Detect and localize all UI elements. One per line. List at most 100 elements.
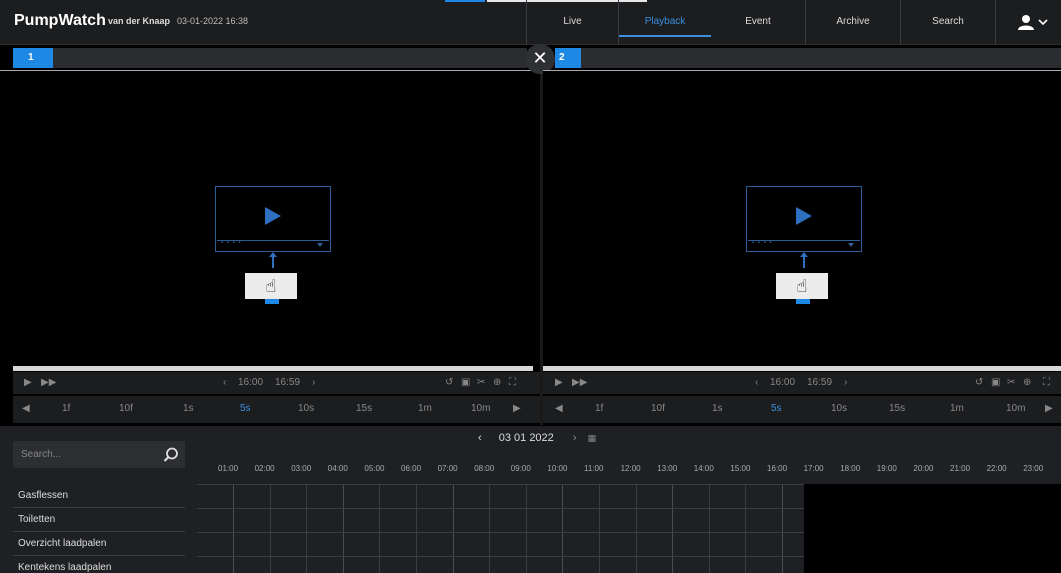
timeline-gridline	[599, 484, 600, 573]
prev-hour-icon[interactable]: ‹	[223, 377, 226, 388]
speed-option[interactable]: 10f	[119, 403, 133, 414]
camera-search-input[interactable]: Search...	[13, 441, 185, 468]
speed-option[interactable]: 1f	[62, 403, 70, 414]
prev-day-icon[interactable]: ‹	[478, 432, 482, 444]
rewind-icon[interactable]: ↺	[445, 377, 453, 388]
fast-forward-icon[interactable]: ▶▶	[41, 377, 56, 388]
pane-1-controls: ▶ ▶▶ ‹ 16:00 16:59 › ↺ ▣ ✂ ⊕ ⛶	[13, 372, 540, 394]
timeline-hour-label: 14:00	[693, 464, 714, 473]
scissors-icon[interactable]: ✂	[477, 377, 485, 388]
speed-option[interactable]: 1s	[183, 403, 194, 414]
next-hour-icon[interactable]: ›	[312, 377, 315, 388]
search-icon[interactable]	[163, 447, 179, 463]
pane-1-speed-bar: ◀ 1f 10f 1s 5s 10s 15s 1m 10m ▶	[13, 396, 540, 423]
pane-2-progress[interactable]	[543, 366, 1061, 371]
chevron-down-icon	[1038, 19, 1048, 26]
timeline-hour-label: 19:00	[876, 464, 897, 473]
zoom-icon[interactable]: ⊕	[1023, 377, 1031, 388]
pane-2-speed-bar: ◀ 1f 10f 1s 5s 10s 15s 1m 10m ▶	[543, 396, 1061, 423]
hand-pointer-icon: ☝	[245, 273, 297, 304]
calendar-icon[interactable]: ▦	[588, 433, 597, 443]
timeline-hour-label: 11:00	[584, 464, 604, 473]
nav-event[interactable]: Event	[711, 0, 805, 45]
camera-row[interactable]: Toiletten	[13, 508, 185, 532]
pane-2-controls: ▶ ▶▶ ‹ 16:00 16:59 › ↺ ▣ ✂ ⊕ ⛶	[543, 372, 1061, 394]
timeline-hour-label: 09:00	[510, 464, 531, 473]
timeline-hour-label: 20:00	[913, 464, 934, 473]
user-icon	[1018, 15, 1034, 30]
pane-2-number[interactable]: 2	[555, 48, 581, 68]
pane-1-header: 1	[13, 48, 527, 68]
pane-2-header: 2	[555, 48, 1061, 68]
prev-hour-icon[interactable]: ‹	[755, 377, 758, 388]
timeline-date: 03 01 2022	[498, 432, 554, 444]
pane-1-time-end: 16:59	[275, 377, 301, 388]
play-icon[interactable]: ▶	[24, 377, 32, 388]
play-icon[interactable]: ▶	[555, 377, 563, 388]
speed-option[interactable]: 1s	[712, 403, 723, 414]
speed-option[interactable]: 15s	[889, 403, 905, 414]
timeline-gridline	[782, 484, 783, 573]
user-menu[interactable]	[995, 0, 1061, 45]
timeline-hour-label: 07:00	[437, 464, 458, 473]
timeline-hour-label: 16:00	[767, 464, 788, 473]
camera-row[interactable]: Kentekens laadpalen	[13, 556, 185, 573]
timeline-hour-label: 22:00	[986, 464, 1007, 473]
fast-forward-icon[interactable]: ▶▶	[572, 377, 587, 388]
timeline-gridline	[672, 484, 674, 573]
camera-row[interactable]: Gasflessen	[13, 484, 185, 508]
snapshot-icon[interactable]: ▣	[991, 377, 1000, 388]
speed-option[interactable]: 10m	[1006, 403, 1025, 414]
timeline-hour-label: 01:00	[218, 464, 239, 473]
speed-option[interactable]: 1m	[418, 403, 432, 414]
speed-option[interactable]: 1f	[595, 403, 603, 414]
speed-option[interactable]: 10f	[651, 403, 665, 414]
pane-2-video[interactable]: ☝	[543, 70, 1061, 366]
scissors-icon[interactable]: ✂	[1007, 377, 1015, 388]
play-icon	[796, 207, 812, 225]
timeline-hour-label: 03:00	[291, 464, 312, 473]
slower-icon[interactable]: ◀	[555, 403, 563, 414]
play-icon	[265, 207, 281, 225]
timeline-gridline	[306, 484, 308, 573]
timeline-hour-label: 18:00	[840, 464, 861, 473]
next-hour-icon[interactable]: ›	[844, 377, 847, 388]
pane-1-number[interactable]: 1	[13, 48, 53, 68]
slower-icon[interactable]: ◀	[22, 403, 30, 414]
speed-option-selected[interactable]: 5s	[771, 403, 782, 414]
timeline-hour-label: 10:00	[547, 464, 568, 473]
faster-icon[interactable]: ▶	[513, 403, 521, 414]
timeline-gridline	[233, 484, 234, 573]
timeline-gridline	[452, 484, 454, 573]
nav-live[interactable]: Live	[526, 0, 618, 45]
timeline-gridline	[379, 484, 381, 573]
timeline-hour-label: 13:00	[657, 464, 678, 473]
speed-option[interactable]: 15s	[356, 403, 372, 414]
fullscreen-icon[interactable]: ⛶	[1043, 377, 1050, 388]
speed-option[interactable]: 10s	[831, 403, 847, 414]
faster-icon[interactable]: ▶	[1045, 403, 1053, 414]
timeline-hour-label: 12:00	[620, 464, 641, 473]
pane-1-video[interactable]: ☝	[0, 70, 539, 366]
fullscreen-icon[interactable]: ⛶	[509, 377, 516, 388]
speed-option[interactable]: 10m	[471, 403, 490, 414]
next-day-icon[interactable]: ›	[573, 432, 577, 444]
speed-option[interactable]: 1m	[950, 403, 964, 414]
top-bar: PumpWatch van der Knaap 03-01-2022 16:38…	[0, 0, 1061, 45]
zoom-icon[interactable]: ⊕	[493, 377, 501, 388]
speed-option-selected[interactable]: 5s	[240, 403, 251, 414]
timeline-hour-label: 04:00	[327, 464, 348, 473]
timeline-gridline	[562, 484, 564, 573]
nav-archive[interactable]: Archive	[805, 0, 900, 45]
nav-search[interactable]: Search	[900, 0, 995, 45]
rewind-icon[interactable]: ↺	[975, 377, 983, 388]
snapshot-icon[interactable]: ▣	[461, 377, 470, 388]
timeline-date-nav: ‹ 03 01 2022 › ▦	[478, 432, 596, 444]
timeline-hour-label: 02:00	[254, 464, 275, 473]
pane-1-progress[interactable]	[13, 366, 533, 371]
speed-option[interactable]: 10s	[298, 403, 314, 414]
nav-playback[interactable]: Playback	[618, 0, 711, 45]
timeline-gridline	[342, 484, 344, 573]
timeline-gridline	[635, 484, 637, 573]
camera-row[interactable]: Overzicht laadpalen	[13, 532, 185, 556]
